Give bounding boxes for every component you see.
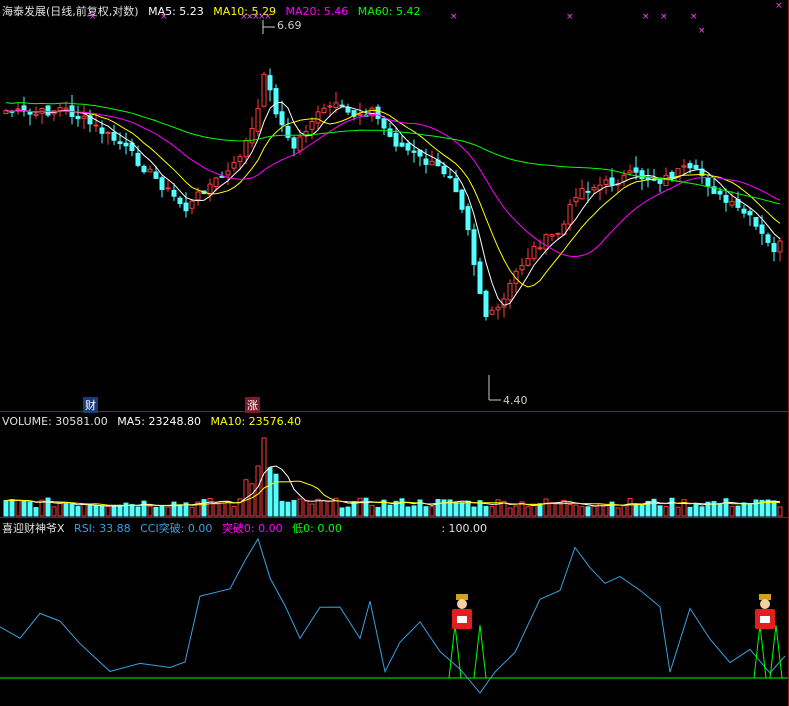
icon-face — [457, 599, 467, 609]
icon-coin — [760, 616, 770, 623]
icon-face — [760, 599, 770, 609]
icon-coin — [457, 616, 467, 623]
rsi-line — [0, 537, 786, 694]
indicator-chart[interactable] — [0, 0, 789, 706]
money-god-icon — [452, 594, 472, 629]
signal-spike — [448, 624, 462, 679]
signal-spike — [753, 624, 767, 679]
money-god-icon — [755, 594, 775, 629]
signal-spike — [769, 624, 783, 679]
signal-spike — [473, 624, 487, 679]
